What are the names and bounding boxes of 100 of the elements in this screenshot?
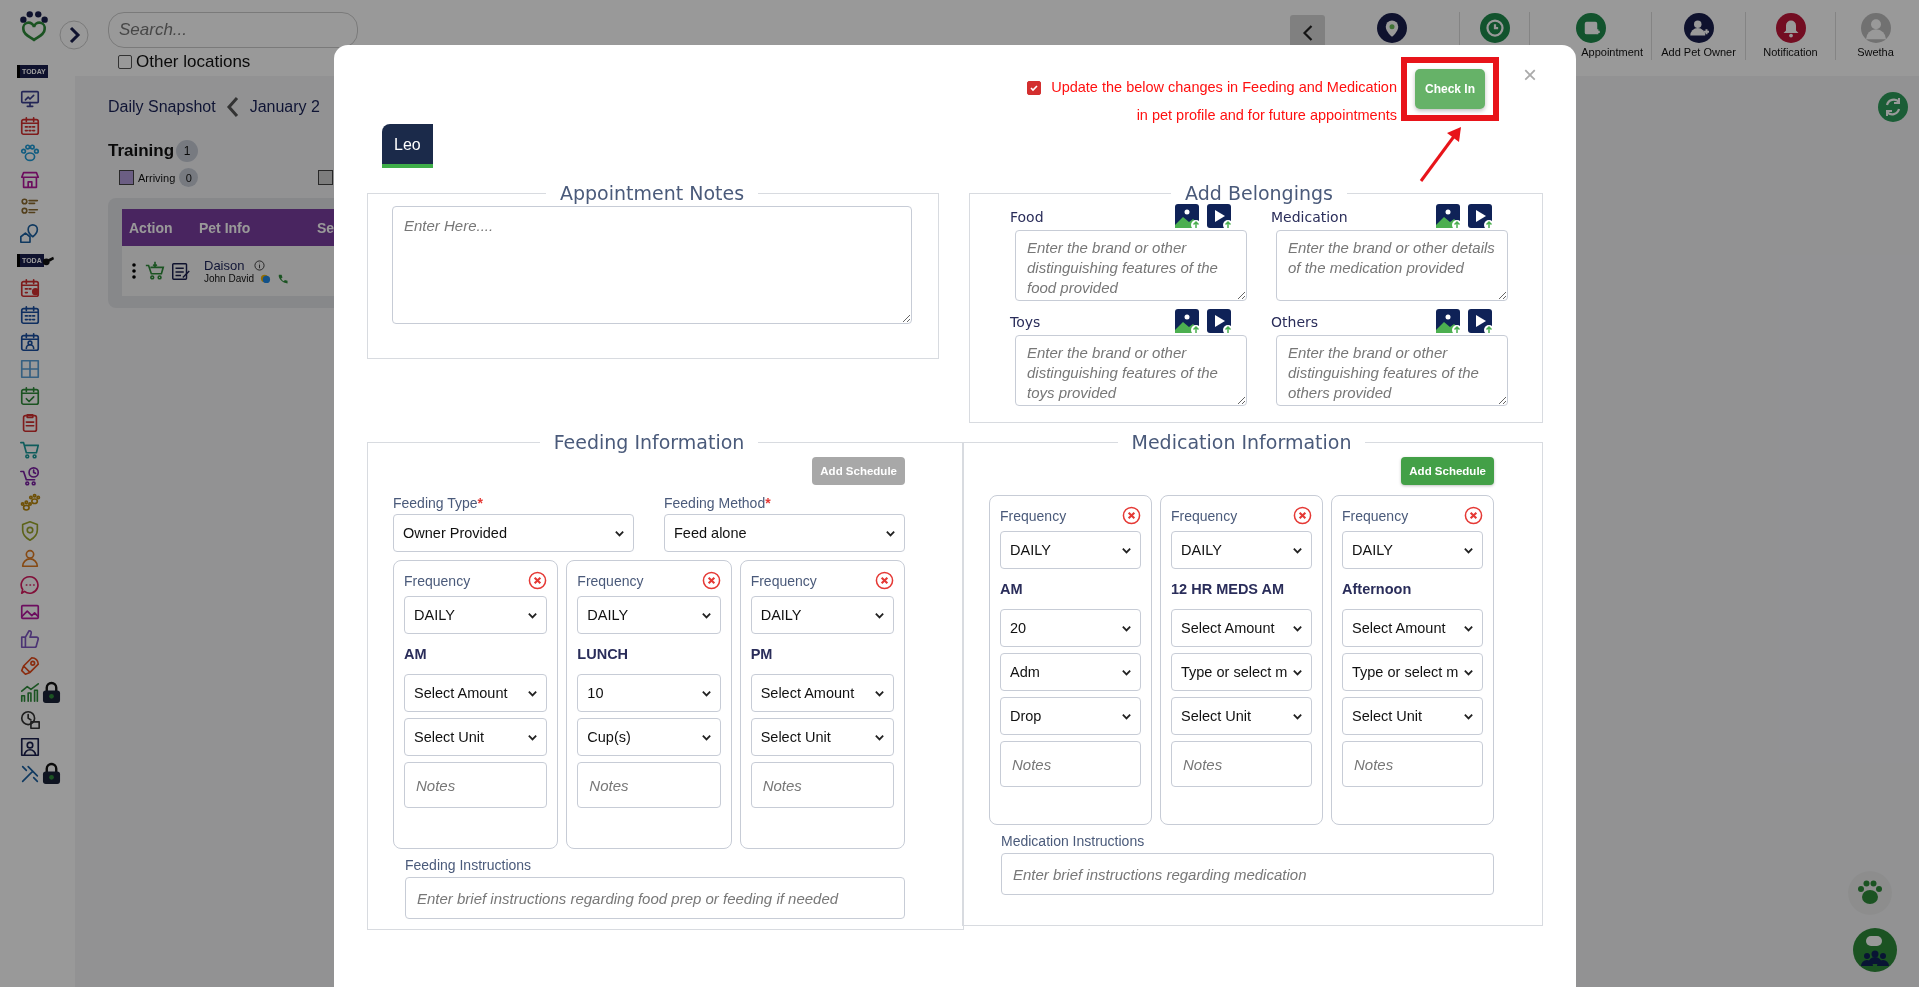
belonging-field[interactable]: Enter the brand or other distinguishing features of the food provided	[1015, 230, 1247, 301]
more-icon[interactable]	[132, 263, 136, 279]
image-upload-icon[interactable]	[1436, 309, 1462, 335]
video-upload-icon[interactable]	[1207, 204, 1233, 230]
phone-icon[interactable]	[277, 273, 289, 284]
belonging-field[interactable]: Enter the brand or other distinguishing features of the toys provided	[1015, 335, 1247, 406]
frequency-select[interactable]: DAILY	[1342, 531, 1483, 569]
notes-field[interactable]: Notes	[577, 762, 721, 808]
pet-tab[interactable]: Leo	[382, 124, 433, 168]
previous-icon[interactable]	[225, 96, 240, 118]
shield-icon[interactable]	[19, 519, 41, 542]
whistle-icon[interactable]	[41, 254, 54, 267]
field-label: Feeding Method*	[664, 495, 772, 511]
chat-icon[interactable]	[19, 573, 41, 596]
person-board-icon[interactable]	[19, 735, 41, 758]
chevron-left-icon	[1300, 24, 1315, 42]
belonging-field[interactable]: Enter the brand or other details of the medication provided	[1276, 230, 1508, 301]
calendar-person-icon[interactable]	[19, 330, 41, 353]
calendar-check-icon[interactable]	[19, 384, 41, 407]
dropdown[interactable]: Type or select m	[1171, 653, 1312, 691]
date-label[interactable]: January 2	[249, 98, 320, 116]
toolbar-label[interactable]: Appointment	[1581, 46, 1643, 58]
info-icon[interactable]	[254, 260, 266, 271]
dropdown[interactable]: Type or select m	[1342, 653, 1483, 691]
remove-icon[interactable]	[1464, 506, 1483, 525]
dropdown[interactable]: Select Amount	[1171, 609, 1312, 647]
image-upload-icon[interactable]	[1175, 204, 1201, 230]
notes-field[interactable]: Notes	[750, 762, 894, 808]
calendar-icon[interactable]	[19, 303, 41, 326]
clipboard-icon[interactable]	[170, 260, 192, 282]
frequency-select[interactable]: DAILY	[1171, 531, 1312, 569]
paw-logo-icon[interactable]	[17, 10, 51, 42]
house-pin-icon[interactable]	[19, 222, 41, 245]
image-upload-icon[interactable]	[1175, 309, 1201, 335]
video-upload-icon[interactable]	[1468, 204, 1494, 230]
pin-icon[interactable]	[1377, 13, 1407, 43]
dropdown[interactable]: Cup(s)	[577, 718, 721, 756]
video-upload-icon[interactable]	[1207, 309, 1233, 335]
chart-icon[interactable]	[19, 681, 41, 704]
field-label: Toys	[1010, 314, 1041, 330]
chat-icon[interactable]	[260, 273, 272, 284]
person-add-icon[interactable]	[1683, 13, 1714, 43]
dropdown[interactable]: Select Amount	[1342, 609, 1483, 647]
owner-name[interactable]: John David	[204, 273, 255, 284]
community-chat-icon[interactable]	[1853, 928, 1897, 972]
dropdown[interactable]: 10	[577, 674, 721, 712]
dropdown[interactable]: Select Unit	[1342, 697, 1483, 735]
dropdown[interactable]: Select Amount	[404, 674, 548, 712]
dropdown[interactable]: Adm	[1000, 653, 1141, 691]
section-title: Appointment Notes	[558, 182, 746, 204]
video-upload-icon[interactable]	[1468, 309, 1494, 335]
checkbox[interactable]	[1027, 81, 1042, 95]
paw-button-icon[interactable]	[1848, 871, 1892, 915]
remove-icon[interactable]	[528, 571, 548, 590]
toolbar-label[interactable]: Notification	[1763, 46, 1818, 58]
notes-field[interactable]: Notes	[1171, 741, 1312, 787]
bell-icon[interactable]	[1775, 13, 1806, 43]
checkbox[interactable]	[118, 55, 132, 69]
time-label: AM	[1000, 581, 1024, 597]
dropdown[interactable]: Select Unit	[750, 718, 894, 756]
grid-icon[interactable]	[19, 357, 41, 380]
thumb-icon[interactable]	[19, 627, 41, 650]
remove-icon[interactable]	[701, 571, 721, 590]
cart-clock-icon[interactable]	[19, 465, 41, 488]
notes-field[interactable]: Enter Here....	[392, 206, 912, 324]
refresh-icon[interactable]	[1878, 92, 1908, 122]
belonging-field[interactable]: Enter the brand or other distinguishing features of the others provided	[1276, 335, 1508, 406]
dropdown[interactable]: Select Amount	[750, 674, 894, 712]
calendar-icon[interactable]	[19, 114, 41, 137]
frequency-select[interactable]: DAILY	[1000, 531, 1141, 569]
toolbar-label[interactable]: Add Pet Owner	[1661, 46, 1736, 58]
dropdown[interactable]: Feed alone	[664, 514, 905, 552]
dropdown[interactable]: Select Unit	[404, 718, 548, 756]
remove-icon[interactable]	[1122, 506, 1141, 525]
remove-icon[interactable]	[1293, 506, 1312, 525]
notes-field[interactable]: Notes	[1000, 741, 1141, 787]
dropdown[interactable]: 20	[1000, 609, 1141, 647]
instructions-field[interactable]: Enter brief instructions regarding medication	[1001, 853, 1494, 895]
toolbar-label[interactable]: Swetha	[1857, 46, 1894, 58]
search-field[interactable]: Search...	[108, 12, 358, 48]
calendar-whistle-icon[interactable]	[19, 276, 41, 299]
dropdown[interactable]: Owner Provided	[393, 514, 634, 552]
frequency-select[interactable]: DAILY	[404, 596, 548, 634]
expand-icon[interactable]	[59, 20, 89, 50]
dropdown[interactable]: Select Unit	[1171, 697, 1312, 735]
dropdown[interactable]: Drop	[1000, 697, 1141, 735]
notes-field[interactable]: Notes	[1342, 741, 1483, 787]
cart-icon[interactable]	[144, 260, 166, 282]
pet-name[interactable]: Daison	[204, 258, 255, 273]
clock-case-icon[interactable]	[19, 708, 41, 731]
image-upload-icon[interactable]	[1436, 204, 1462, 230]
clock-icon[interactable]	[1479, 13, 1510, 43]
instructions-field[interactable]: Enter brief instructions regarding food prep or feeding if needed	[405, 877, 905, 919]
paw-icon[interactable]	[19, 141, 41, 164]
column-header: Action	[129, 219, 174, 236]
calendar-add-icon[interactable]	[1575, 13, 1606, 43]
frequency-select[interactable]: DAILY	[577, 596, 721, 634]
notes-field[interactable]: Notes	[404, 762, 548, 808]
frequency-select[interactable]: DAILY	[750, 596, 894, 634]
remove-icon[interactable]	[875, 571, 894, 590]
